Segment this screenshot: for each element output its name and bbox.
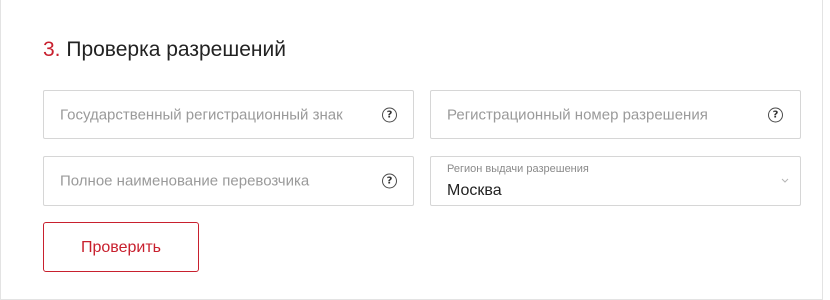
help-icon[interactable]: ? [382,173,397,189]
carrier-name-placeholder: Полное наименование перевозчика [60,172,310,190]
region-select-label: Регион выдачи разрешения [447,163,589,175]
help-icon[interactable]: ? [768,107,783,122]
reg-sign-field[interactable]: Государственный регистрационный знак ? [43,90,414,139]
check-button[interactable]: Проверить [43,222,199,272]
section-title-text: Проверка разрешений [66,38,286,61]
permit-check-card: 3. Проверка разрешений Государственный р… [0,0,823,300]
reg-sign-placeholder: Государственный регистрационный знак [60,106,343,123]
carrier-name-field[interactable]: Полное наименование перевозчика ? [43,156,414,206]
chevron-down-icon[interactable] [780,176,790,184]
region-select[interactable]: Регион выдачи разрешения Москва [430,156,801,206]
section-number: 3. [43,38,61,61]
help-icon[interactable]: ? [382,107,397,122]
section-title: 3. Проверка разрешений [43,38,286,62]
permit-number-field[interactable]: Регистрационный номер разрешения ? [430,90,801,139]
region-select-value: Москва [447,182,502,199]
permit-number-placeholder: Регистрационный номер разрешения [447,106,708,123]
